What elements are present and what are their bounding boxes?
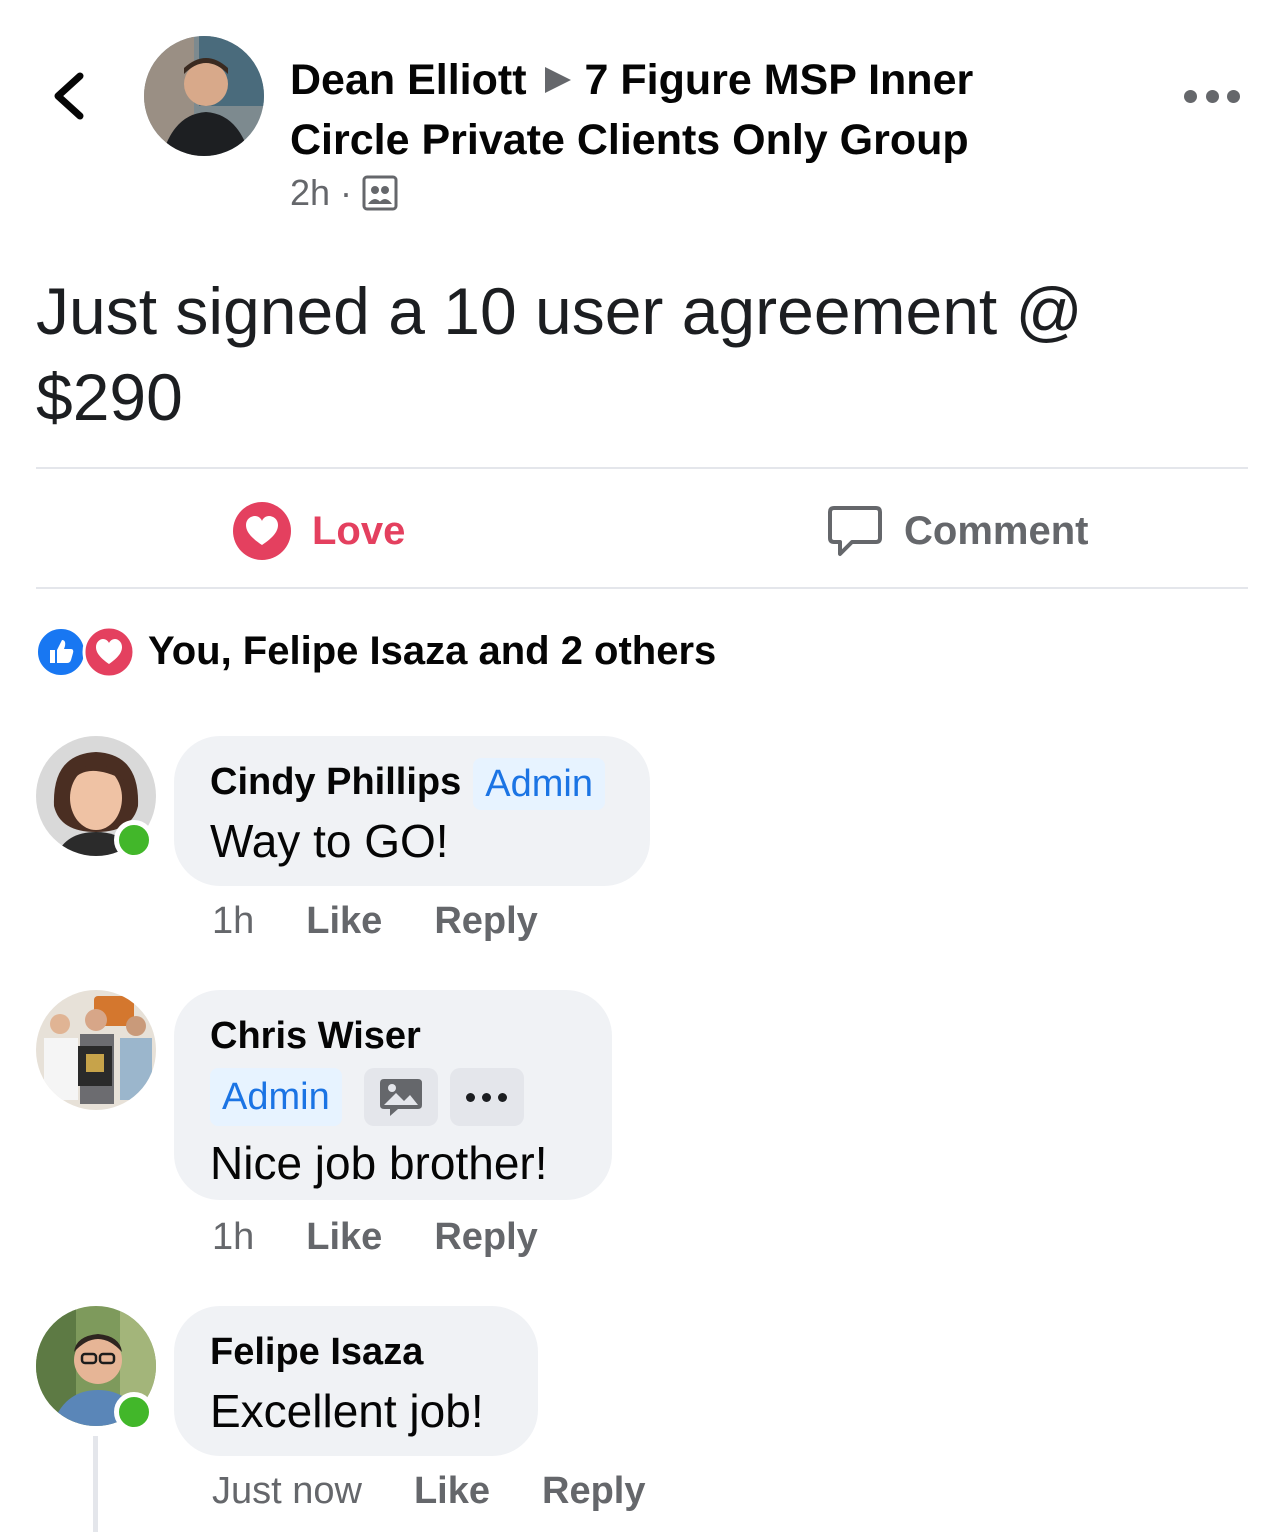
love-label: Love — [312, 508, 406, 553]
post-meta: 2h · — [290, 172, 398, 214]
commenter-name[interactable]: Cindy Phillips — [210, 761, 461, 803]
commenter-avatar[interactable] — [36, 990, 156, 1110]
author-photo — [144, 36, 264, 156]
comment-reply-button[interactable]: Reply — [434, 1216, 537, 1259]
author-name[interactable]: Dean Elliott — [290, 56, 527, 104]
post-header: Dean Elliott 7 Figure MSP Inner Circle Pr… — [290, 50, 1070, 170]
arrow-right-icon — [544, 66, 571, 93]
group-name[interactable]: 7 Figure MSP Inner — [585, 56, 974, 104]
more-badges-button[interactable] — [449, 1068, 524, 1126]
more-options-button[interactable] — [1184, 76, 1240, 116]
admin-badge: Admin — [210, 1068, 342, 1126]
comment-like-button[interactable]: Like — [306, 1216, 382, 1259]
online-status-indicator — [114, 1392, 154, 1432]
comment-bubble[interactable]: Chris Wiser Admin Nice job brother! — [174, 990, 612, 1200]
more-dot-icon — [1227, 89, 1240, 103]
reactions-text: You, Felipe Isaza and 2 others — [148, 628, 717, 673]
group-name-continued[interactable]: Circle Private Clients Only Group — [290, 110, 1070, 170]
love-reaction-icon — [233, 502, 291, 560]
reactions-summary[interactable]: You, Felipe Isaza and 2 others — [36, 622, 716, 680]
comment-label: Comment — [904, 508, 1089, 553]
chevron-left-icon — [54, 72, 84, 120]
divider — [36, 587, 1248, 589]
like-icon — [36, 627, 86, 677]
comment-button[interactable]: Comment — [826, 498, 1088, 564]
comment-bubble[interactable]: Cindy Phillips Admin Way to GO! — [174, 736, 650, 886]
comment-text: Excellent job! — [210, 1385, 484, 1437]
meta-separator: · — [340, 172, 353, 213]
commenter-name[interactable]: Felipe Isaza — [210, 1324, 502, 1380]
love-icon — [82, 625, 136, 679]
post-text: Just signed a 10 user agreement @ $290 — [36, 274, 1083, 434]
comment-like-button[interactable]: Like — [306, 900, 382, 943]
comment-bubble[interactable]: Felipe Isaza Excellent job! — [174, 1306, 538, 1456]
back-button[interactable] — [46, 66, 96, 126]
comment-actions: Just now Like Reply — [212, 1470, 698, 1513]
comment-actions: 1h Like Reply — [212, 900, 590, 943]
reaction-icons — [36, 623, 136, 679]
more-dot-icon — [1205, 89, 1219, 103]
comment-reply-button[interactable]: Reply — [434, 900, 537, 943]
commenter-photo — [36, 990, 156, 1110]
comment-badges-row: Admin — [210, 1068, 576, 1126]
post-time[interactable]: 2h — [290, 172, 330, 214]
commenter-name[interactable]: Chris Wiser — [210, 1008, 576, 1064]
visual-media-chip[interactable] — [363, 1068, 438, 1126]
comment-like-button[interactable]: Like — [414, 1470, 490, 1513]
online-status-indicator — [114, 820, 154, 860]
comment-time[interactable]: 1h — [212, 900, 254, 943]
comment-time[interactable]: 1h — [212, 1216, 254, 1259]
comment-time[interactable]: Just now — [212, 1470, 362, 1513]
comment-reply-button[interactable]: Reply — [542, 1470, 645, 1513]
comment-text: Way to GO! — [210, 815, 449, 867]
more-dots-icon — [466, 1092, 508, 1102]
author-avatar[interactable] — [144, 36, 264, 156]
comment-bubble-icon — [828, 506, 882, 556]
more-dot-icon — [1184, 89, 1197, 103]
love-button[interactable]: Love — [232, 498, 405, 564]
photo-bubble-icon — [379, 1079, 422, 1116]
comment-text: Nice job brother! — [210, 1137, 548, 1189]
group-audience-icon — [362, 175, 398, 211]
reply-thread-line — [93, 1436, 98, 1532]
comment-actions: 1h Like Reply — [212, 1216, 590, 1259]
admin-badge: Admin — [473, 757, 605, 810]
divider — [36, 467, 1248, 469]
